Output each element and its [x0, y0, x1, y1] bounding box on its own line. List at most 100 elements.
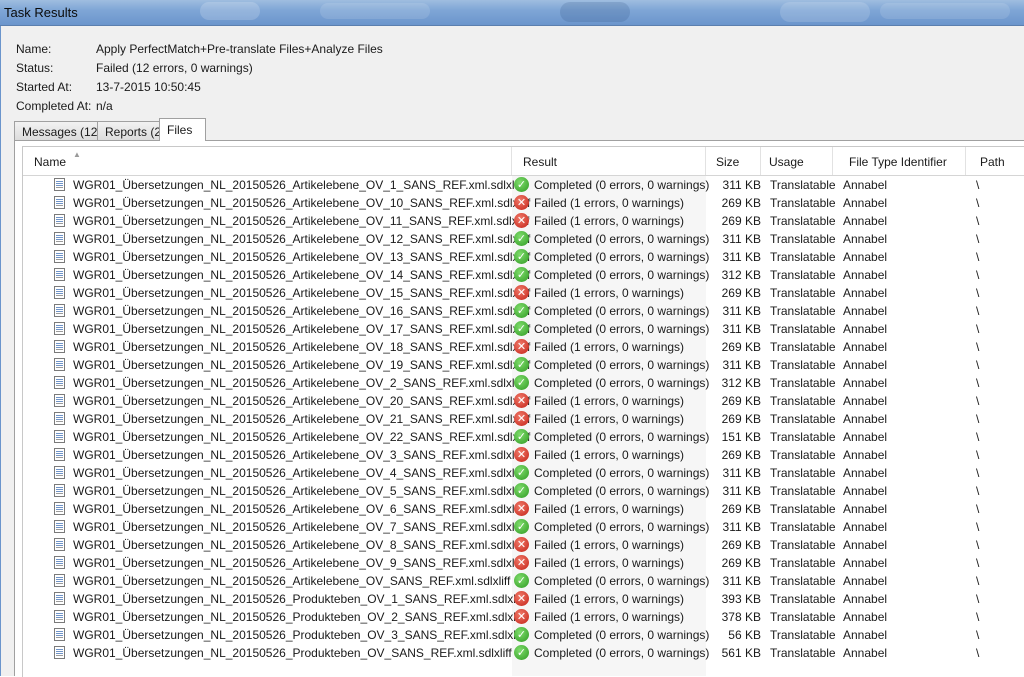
usage-cell: Translatable: [770, 430, 836, 444]
column-header-path[interactable]: Path: [966, 147, 1024, 175]
table-row[interactable]: WGR01_Übersetzungen_NL_20150526_Artikele…: [23, 356, 1024, 374]
file-type-identifier-cell: Annabel: [843, 214, 888, 228]
table-row[interactable]: WGR01_Übersetzungen_NL_20150526_Artikele…: [23, 320, 1024, 338]
result-cell: Failed (1 errors, 0 warnings): [534, 592, 685, 606]
size-cell: 312 KB: [721, 268, 761, 282]
result-cell: Completed (0 errors, 0 warnings): [534, 304, 710, 318]
usage-cell: Translatable: [770, 250, 836, 264]
table-row[interactable]: WGR01_Übersetzungen_NL_20150526_Artikele…: [23, 374, 1024, 392]
tab-reports[interactable]: Reports (2): [97, 121, 165, 140]
usage-cell: Translatable: [770, 304, 836, 318]
check-circle-icon: ✓: [514, 303, 529, 318]
file-type-identifier-cell: Annabel: [843, 430, 888, 444]
path-cell: \: [976, 502, 980, 516]
file-name-cell: WGR01_Übersetzungen_NL_20150526_Artikele…: [73, 214, 530, 228]
file-type-identifier-cell: Annabel: [843, 628, 888, 642]
size-cell: 269 KB: [721, 448, 761, 462]
path-cell: \: [976, 628, 980, 642]
file-type-identifier-cell: Annabel: [843, 178, 888, 192]
size-cell: 311 KB: [722, 178, 761, 192]
file-name-cell: WGR01_Übersetzungen_NL_20150526_Artikele…: [73, 358, 531, 372]
table-row[interactable]: WGR01_Übersetzungen_NL_20150526_Artikele…: [23, 464, 1024, 482]
tab-messages[interactable]: Messages (12): [14, 121, 101, 140]
table-row[interactable]: WGR01_Übersetzungen_NL_20150526_Artikele…: [23, 248, 1024, 266]
result-cell: Failed (1 errors, 0 warnings): [534, 340, 685, 354]
table-row[interactable]: WGR01_Übersetzungen_NL_20150526_Artikele…: [23, 230, 1024, 248]
file-name-cell: WGR01_Übersetzungen_NL_20150526_Artikele…: [73, 556, 524, 570]
x-circle-icon: ✕: [514, 501, 529, 516]
files-list[interactable]: Name ▲ Result Size Usage File Type Ident…: [22, 146, 1024, 677]
result-cell: Completed (0 errors, 0 warnings): [534, 358, 710, 372]
sdlxliff-file-icon: [54, 502, 65, 515]
usage-cell: Translatable: [770, 322, 836, 336]
sdlxliff-file-icon: [54, 250, 65, 263]
path-cell: \: [976, 250, 980, 264]
table-row[interactable]: WGR01_Übersetzungen_NL_20150526_Artikele…: [23, 302, 1024, 320]
table-row[interactable]: WGR01_Übersetzungen_NL_20150526_Artikele…: [23, 572, 1024, 590]
table-row[interactable]: WGR01_Übersetzungen_NL_20150526_Produkte…: [23, 644, 1024, 662]
background-blur: [560, 2, 630, 22]
sdlxliff-file-icon: [54, 358, 65, 371]
file-name-cell: WGR01_Übersetzungen_NL_20150526_Produkte…: [73, 592, 526, 606]
file-name-cell: WGR01_Übersetzungen_NL_20150526_Artikele…: [73, 538, 524, 552]
path-cell: \: [976, 646, 980, 660]
file-type-identifier-cell: Annabel: [843, 538, 888, 552]
table-row[interactable]: WGR01_Übersetzungen_NL_20150526_Artikele…: [23, 500, 1024, 518]
table-row[interactable]: WGR01_Übersetzungen_NL_20150526_Produkte…: [23, 590, 1024, 608]
table-row[interactable]: WGR01_Übersetzungen_NL_20150526_Artikele…: [23, 482, 1024, 500]
column-header-name-label: Name: [34, 155, 67, 169]
column-header-file-type-identifier[interactable]: File Type Identifier: [833, 147, 966, 175]
table-row[interactable]: WGR01_Übersetzungen_NL_20150526_Artikele…: [23, 446, 1024, 464]
x-circle-icon: ✕: [514, 285, 529, 300]
file-name-cell: WGR01_Übersetzungen_NL_20150526_Produkte…: [73, 628, 526, 642]
table-row[interactable]: WGR01_Übersetzungen_NL_20150526_Produkte…: [23, 608, 1024, 626]
file-type-identifier-cell: Annabel: [843, 412, 888, 426]
table-row[interactable]: WGR01_Übersetzungen_NL_20150526_Produkte…: [23, 626, 1024, 644]
column-header-usage[interactable]: Usage: [761, 147, 833, 175]
column-header-size[interactable]: Size: [706, 147, 761, 175]
result-cell: Failed (1 errors, 0 warnings): [534, 556, 685, 570]
table-row[interactable]: WGR01_Übersetzungen_NL_20150526_Artikele…: [23, 284, 1024, 302]
table-row[interactable]: WGR01_Übersetzungen_NL_20150526_Artikele…: [23, 194, 1024, 212]
file-name-cell: WGR01_Übersetzungen_NL_20150526_Artikele…: [73, 412, 531, 426]
table-row[interactable]: WGR01_Übersetzungen_NL_20150526_Artikele…: [23, 428, 1024, 446]
result-cell: Failed (1 errors, 0 warnings): [534, 412, 685, 426]
usage-cell: Translatable: [770, 502, 836, 516]
path-cell: \: [976, 322, 980, 336]
table-row[interactable]: WGR01_Übersetzungen_NL_20150526_Artikele…: [23, 392, 1024, 410]
file-name-cell: WGR01_Übersetzungen_NL_20150526_Artikele…: [73, 232, 531, 246]
size-cell: 311 KB: [722, 322, 761, 336]
usage-cell: Translatable: [770, 412, 836, 426]
file-name-cell: WGR01_Übersetzungen_NL_20150526_Artikele…: [73, 484, 524, 498]
column-header-name[interactable]: Name ▲: [23, 147, 512, 175]
result-cell: Failed (1 errors, 0 warnings): [534, 502, 685, 516]
files-list-header: Name ▲ Result Size Usage File Type Ident…: [23, 147, 1024, 176]
result-cell: Completed (0 errors, 0 warnings): [534, 520, 710, 534]
tab-files[interactable]: Files: [159, 118, 206, 141]
column-header-result[interactable]: Result: [512, 147, 706, 175]
size-cell: 151 KB: [721, 430, 761, 444]
window-title: Task Results: [4, 5, 78, 20]
table-row[interactable]: WGR01_Übersetzungen_NL_20150526_Artikele…: [23, 212, 1024, 230]
background-blur: [200, 2, 260, 20]
file-type-identifier-cell: Annabel: [843, 268, 888, 282]
table-row[interactable]: WGR01_Übersetzungen_NL_20150526_Artikele…: [23, 518, 1024, 536]
sdlxliff-file-icon: [54, 484, 65, 497]
check-circle-icon: ✓: [514, 645, 529, 660]
table-row[interactable]: WGR01_Übersetzungen_NL_20150526_Artikele…: [23, 176, 1024, 194]
table-row[interactable]: WGR01_Übersetzungen_NL_20150526_Artikele…: [23, 266, 1024, 284]
table-row[interactable]: WGR01_Übersetzungen_NL_20150526_Artikele…: [23, 410, 1024, 428]
size-cell: 269 KB: [721, 412, 761, 426]
sdlxliff-file-icon: [54, 610, 65, 623]
size-cell: 378 KB: [721, 610, 761, 624]
sdlxliff-file-icon: [54, 520, 65, 533]
table-row[interactable]: WGR01_Übersetzungen_NL_20150526_Artikele…: [23, 554, 1024, 572]
sort-ascending-icon: ▲: [73, 150, 81, 159]
title-bar[interactable]: Task Results: [0, 0, 1024, 26]
sdlxliff-file-icon: [54, 232, 65, 245]
table-row[interactable]: WGR01_Übersetzungen_NL_20150526_Artikele…: [23, 536, 1024, 554]
path-cell: \: [976, 178, 980, 192]
table-row[interactable]: WGR01_Übersetzungen_NL_20150526_Artikele…: [23, 338, 1024, 356]
result-cell: Completed (0 errors, 0 warnings): [534, 628, 710, 642]
x-circle-icon: ✕: [514, 609, 529, 624]
